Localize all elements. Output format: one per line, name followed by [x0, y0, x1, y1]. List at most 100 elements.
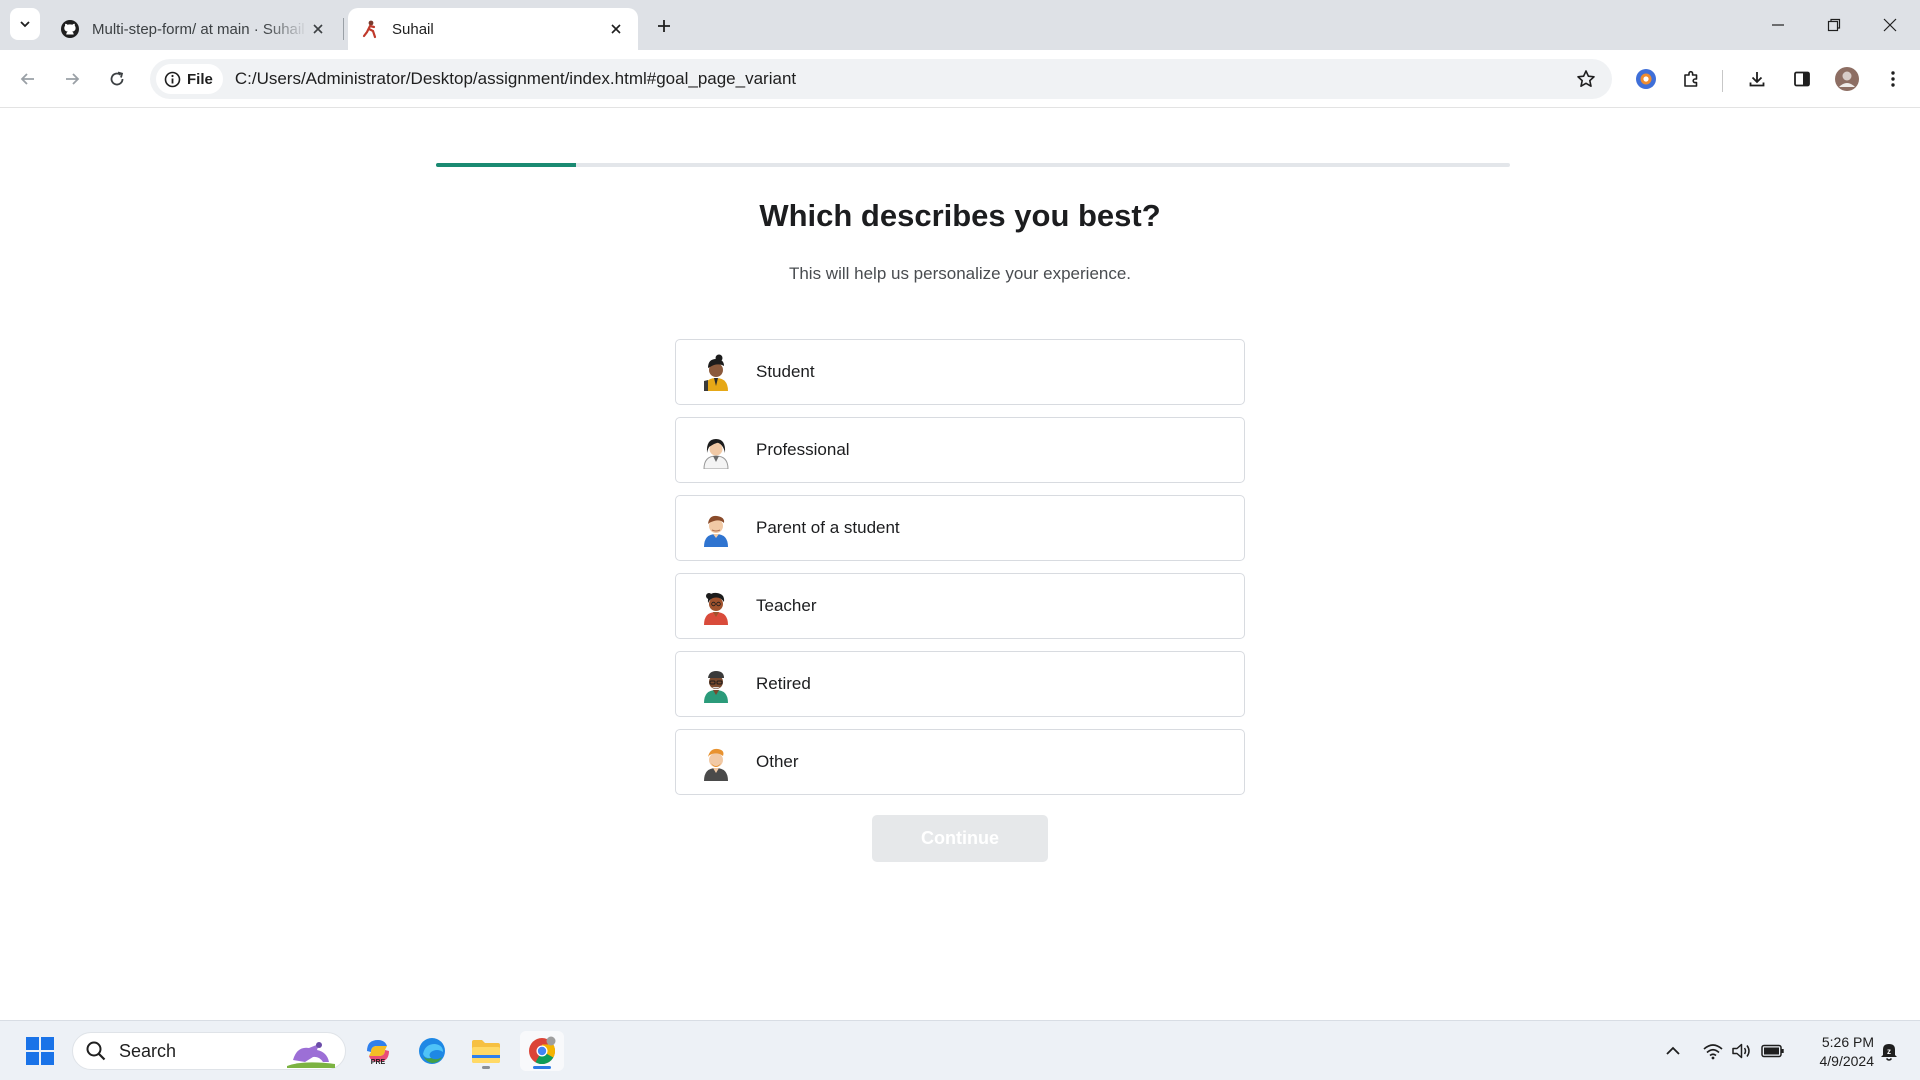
battery-button[interactable] — [1758, 1021, 1788, 1080]
info-icon — [164, 71, 181, 87]
option-label: Parent of a student — [756, 518, 900, 537]
search-label: Search — [119, 1040, 177, 1061]
start-button[interactable] — [20, 1031, 60, 1071]
option-retired[interactable]: Retired — [675, 651, 1245, 717]
wifi-icon — [1703, 1044, 1723, 1060]
side-panel-icon — [1794, 71, 1810, 87]
reload-icon — [110, 71, 124, 86]
page-subtitle: This will help us personalize your exper… — [788, 264, 1132, 283]
windows-taskbar: Search PRE 5:26 PM 4/9/2024 z — [0, 1020, 1920, 1080]
taskbar-copilot[interactable]: PRE — [358, 1031, 398, 1071]
clock-time: 5:26 PM — [1821, 1034, 1874, 1050]
taskbar-file-explorer[interactable] — [466, 1031, 506, 1071]
search-highlight-illustration-icon — [287, 1042, 335, 1068]
option-label: Student — [756, 362, 815, 381]
step-progress-bar — [436, 163, 1510, 167]
continue-button[interactable]: Continue — [872, 815, 1048, 862]
student-avatar-icon — [704, 354, 728, 391]
close-tab-icon[interactable] — [606, 19, 626, 39]
parent-avatar-icon — [704, 515, 728, 547]
option-other[interactable]: Other — [675, 729, 1245, 795]
extensions-menu-button[interactable] — [1674, 62, 1708, 96]
forward-button[interactable] — [55, 62, 89, 96]
close-tab-icon[interactable] — [308, 19, 328, 39]
other-avatar-icon — [704, 748, 728, 781]
puzzle-icon — [1684, 70, 1698, 87]
file-chip-label: File — [187, 70, 213, 88]
profile-avatar-icon — [1835, 67, 1859, 91]
option-teacher[interactable]: Teacher — [675, 573, 1245, 639]
close-window-button[interactable] — [1862, 0, 1918, 50]
plus-icon — [658, 20, 670, 32]
speaker-icon — [1732, 1043, 1750, 1059]
clock-date: 4/9/2024 — [1819, 1053, 1875, 1069]
copilot-icon: PRE — [367, 1040, 389, 1066]
taskbar-chrome[interactable] — [520, 1031, 564, 1071]
bookmark-star-button[interactable] — [1574, 67, 1598, 91]
windows-logo-icon — [26, 1037, 54, 1065]
retired-avatar-icon — [704, 671, 728, 703]
notifications-button[interactable]: z — [1874, 1021, 1904, 1080]
toolbar-divider — [1722, 70, 1723, 92]
option-professional[interactable]: Professional — [675, 417, 1245, 483]
option-parent[interactable]: Parent of a student — [675, 495, 1245, 561]
github-icon — [60, 19, 80, 39]
browser-toolbar: File C:/Users/Administrator/Desktop/assi… — [0, 50, 1920, 108]
teacher-avatar-icon — [704, 592, 728, 625]
restore-button[interactable] — [1806, 0, 1862, 50]
side-panel-button[interactable] — [1785, 62, 1819, 96]
svg-text:PRE: PRE — [371, 1059, 386, 1066]
extension-button[interactable] — [1629, 62, 1663, 96]
option-student[interactable]: Student — [675, 339, 1245, 405]
option-label: Professional — [756, 440, 850, 459]
folder-icon — [472, 1040, 500, 1063]
role-options-list: Student Professional Parent of a student — [675, 339, 1245, 807]
taskbar-search-box[interactable]: Search — [72, 1032, 346, 1070]
browser-tab-strip: Multi-step-form/ at main · Suhail Suhail — [0, 0, 1920, 50]
option-label: Other — [756, 752, 799, 771]
download-icon — [1749, 72, 1765, 87]
taskbar-clock[interactable]: 5:26 PM 4/9/2024 — [1794, 1033, 1875, 1071]
taskbar-edge[interactable] — [412, 1031, 452, 1071]
more-vertical-icon — [1891, 71, 1895, 87]
tab-github[interactable]: Multi-step-form/ at main · Suhail — [48, 8, 340, 50]
downloads-button[interactable] — [1740, 62, 1774, 96]
tab-title: Multi-step-form/ at main · Suhail — [92, 20, 305, 38]
address-bar[interactable]: File C:/Users/Administrator/Desktop/assi… — [150, 59, 1612, 99]
wifi-button[interactable] — [1700, 1021, 1726, 1080]
reload-button[interactable] — [100, 62, 134, 96]
site-info-chip[interactable]: File — [156, 64, 223, 94]
svg-text:z: z — [1887, 1047, 1891, 1056]
arrow-right-icon — [66, 73, 80, 85]
chevron-down-icon — [20, 21, 30, 28]
minimize-button[interactable] — [1750, 0, 1806, 50]
browser-menu-button[interactable] — [1876, 62, 1910, 96]
battery-icon — [1761, 1044, 1784, 1058]
tab-title: Suhail — [392, 20, 434, 38]
back-button[interactable] — [11, 62, 45, 96]
progress-fill — [436, 163, 576, 167]
tab-search-button[interactable] — [10, 8, 40, 40]
active-indicator — [533, 1066, 551, 1069]
professional-avatar-icon — [703, 439, 729, 469]
option-label: Teacher — [756, 596, 817, 615]
site-favicon-icon — [360, 19, 380, 39]
notification-bell-icon: z — [1881, 1044, 1897, 1061]
restore-icon — [1827, 18, 1841, 32]
close-icon — [1883, 18, 1897, 32]
chrome-browser-icon — [529, 1036, 556, 1065]
url-text[interactable]: C:/Users/Administrator/Desktop/assignmen… — [235, 69, 796, 89]
tab-suhail[interactable]: Suhail — [348, 8, 638, 50]
new-tab-button[interactable] — [650, 12, 678, 40]
edge-browser-icon — [419, 1038, 445, 1064]
show-hidden-icons-button[interactable] — [1660, 1021, 1686, 1080]
profile-button[interactable] — [1830, 62, 1864, 96]
extension-logo-icon — [1636, 69, 1656, 89]
volume-button[interactable] — [1729, 1021, 1755, 1080]
arrow-left-icon — [20, 73, 34, 85]
star-icon — [1577, 70, 1595, 87]
page-title: Which describes you best? — [759, 198, 1161, 233]
chevron-up-icon — [1666, 1046, 1680, 1055]
minimize-icon — [1772, 24, 1784, 26]
running-indicator — [482, 1066, 490, 1069]
